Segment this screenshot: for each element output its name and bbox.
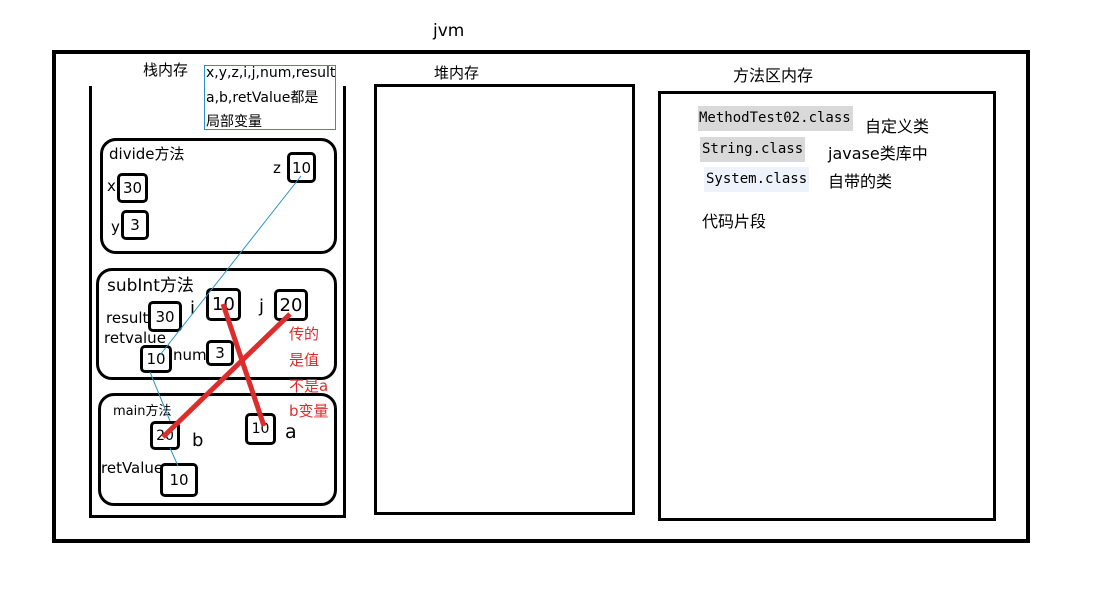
flow-line-retvalue-to-main — [149, 371, 171, 422]
flow-line-b-to-j — [161, 312, 292, 439]
flow-line-a-to-i — [220, 303, 267, 427]
value-flow-lines — [149, 175, 302, 467]
flow-line-main-to-retvalue — [169, 447, 179, 467]
